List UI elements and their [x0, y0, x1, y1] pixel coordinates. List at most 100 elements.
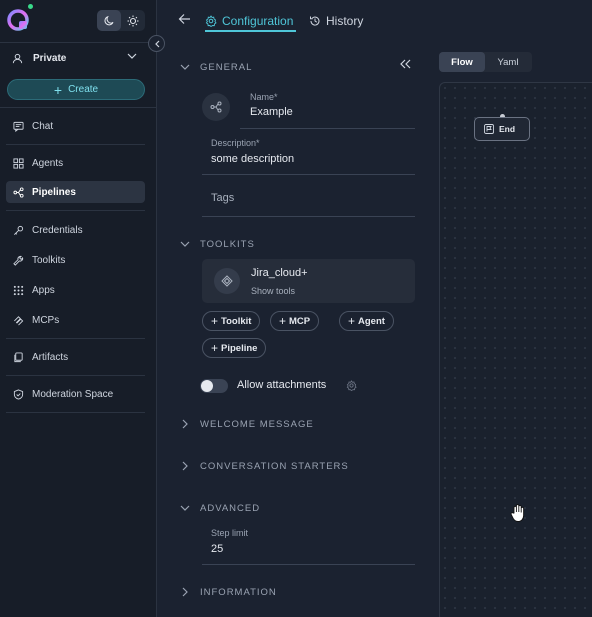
allow-attachments-toggle[interactable] — [200, 379, 228, 393]
sidebar-item-label: Artifacts — [32, 351, 69, 363]
mcp-icon — [14, 315, 24, 325]
configuration-panel: GENERAL Name* Example Description* some … — [158, 38, 430, 617]
section-title: WELCOME MESSAGE — [200, 418, 314, 430]
plus-icon: + — [348, 314, 356, 328]
section-welcome-message-header[interactable]: WELCOME MESSAGE — [180, 416, 314, 432]
agents-icon — [13, 157, 24, 169]
section-conversation-starters-header[interactable]: CONVERSATION STARTERS — [180, 458, 349, 474]
online-status-dot — [28, 4, 33, 9]
pipeline-avatar[interactable] — [202, 93, 230, 121]
divider — [6, 375, 145, 376]
flow-canvas[interactable] — [439, 82, 592, 617]
field-underline — [202, 174, 415, 175]
chip-label: MCP — [289, 315, 311, 327]
collapse-panel-button[interactable] — [399, 56, 411, 74]
divider — [6, 412, 145, 413]
sidebar-item-chat[interactable]: Chat — [6, 115, 145, 137]
app-logo[interactable] — [7, 9, 29, 31]
sidebar-item-label: Moderation Space — [32, 388, 114, 400]
sidebar-item-label: Pipelines — [32, 186, 76, 198]
top-bar: Configuration History — [158, 0, 592, 38]
add-mcp-button[interactable]: + MCP — [270, 311, 320, 331]
section-advanced-header[interactable]: ADVANCED — [180, 500, 260, 516]
back-button[interactable] — [178, 12, 191, 30]
section-title: CONVERSATION STARTERS — [200, 460, 349, 472]
sun-icon — [127, 15, 139, 26]
flow-view-button[interactable]: Flow — [439, 52, 485, 72]
chevron-down-icon — [180, 505, 190, 511]
jira-icon — [214, 268, 240, 294]
user-icon — [12, 53, 23, 63]
step-limit-field[interactable]: 25 — [211, 543, 223, 555]
sidebar-item-pipelines[interactable]: Pipelines — [6, 181, 145, 203]
section-general-header[interactable]: GENERAL — [180, 59, 252, 75]
active-tab-indicator — [205, 30, 296, 32]
sidebar-item-artifacts[interactable]: Artifacts — [6, 346, 145, 368]
tab-configuration[interactable]: Configuration — [205, 10, 293, 32]
chevron-right-icon — [182, 419, 188, 429]
wrench-icon — [13, 255, 24, 266]
show-tools-link[interactable]: Show tools — [251, 286, 295, 296]
tab-history[interactable]: History — [309, 10, 363, 32]
tags-input[interactable]: Tags — [211, 192, 234, 204]
chevron-right-icon — [182, 461, 188, 471]
dark-mode-button[interactable] — [97, 10, 121, 31]
section-title: INFORMATION — [200, 586, 277, 598]
divider — [0, 42, 157, 43]
field-underline — [202, 564, 415, 565]
tab-label: Configuration — [222, 14, 294, 28]
create-button[interactable]: + Create — [7, 79, 145, 100]
create-button-label: Create — [68, 84, 99, 95]
chip-label: Agent — [358, 315, 385, 327]
sidebar-item-toolkits[interactable]: Toolkits — [6, 249, 145, 271]
scope-selector[interactable]: Private — [0, 44, 157, 72]
light-mode-button[interactable] — [121, 10, 145, 31]
theme-toggle[interactable] — [97, 10, 145, 31]
sidebar-item-label: Credentials — [32, 224, 83, 236]
plus-icon: + — [211, 341, 219, 355]
chevron-down-icon — [180, 64, 190, 70]
name-label: Name* — [250, 92, 278, 102]
sidebar: Private + Create Chat Agents Pipelines C… — [0, 0, 157, 617]
field-underline — [202, 216, 415, 217]
sidebar-collapse-button[interactable] — [148, 35, 165, 52]
history-icon — [310, 16, 320, 26]
end-node[interactable]: End — [474, 117, 530, 141]
sidebar-item-label: MCPs — [32, 314, 60, 326]
description-field[interactable]: some description — [211, 153, 294, 165]
chevron-right-icon — [182, 587, 188, 597]
gear-icon[interactable] — [346, 380, 357, 391]
sidebar-item-label: Agents — [32, 157, 64, 169]
tab-label: History — [326, 14, 364, 28]
plus-icon: + — [211, 314, 219, 328]
allow-attachments-label: Allow attachments — [237, 379, 327, 391]
sidebar-item-label: Toolkits — [32, 254, 66, 266]
sidebar-item-apps[interactable]: Apps — [6, 279, 145, 301]
key-icon — [14, 225, 24, 235]
chevron-left-icon — [154, 40, 159, 47]
section-title: TOOLKITS — [200, 238, 255, 250]
sidebar-item-mcps[interactable]: MCPs — [6, 309, 145, 331]
name-field[interactable]: Example — [250, 106, 293, 118]
divider — [6, 338, 145, 339]
sidebar-item-moderation-space[interactable]: Moderation Space — [6, 383, 145, 405]
pipelines-icon — [210, 101, 222, 113]
add-pipeline-button[interactable]: + Pipeline — [202, 338, 267, 358]
section-title: ADVANCED — [200, 502, 261, 514]
sidebar-item-credentials[interactable]: Credentials — [6, 219, 145, 241]
sidebar-item-label: Apps — [32, 284, 55, 296]
apps-grid-icon — [13, 285, 24, 295]
end-node-label: End — [499, 124, 516, 134]
yaml-view-button[interactable]: Yaml — [485, 52, 531, 72]
field-underline — [240, 128, 415, 129]
sidebar-item-agents[interactable]: Agents — [6, 152, 145, 174]
add-agent-button[interactable]: + Agent — [339, 311, 394, 331]
toolkit-card[interactable]: Jira_cloud+ Show tools — [202, 259, 415, 303]
hand-cursor-icon — [510, 504, 525, 522]
add-toolkit-button[interactable]: + Toolkit — [202, 311, 261, 331]
divider — [6, 210, 145, 211]
chip-label: Pipeline — [221, 342, 258, 354]
section-information-header[interactable]: INFORMATION — [180, 584, 277, 600]
divider — [0, 107, 157, 108]
section-toolkits-header[interactable]: TOOLKITS — [180, 236, 255, 252]
